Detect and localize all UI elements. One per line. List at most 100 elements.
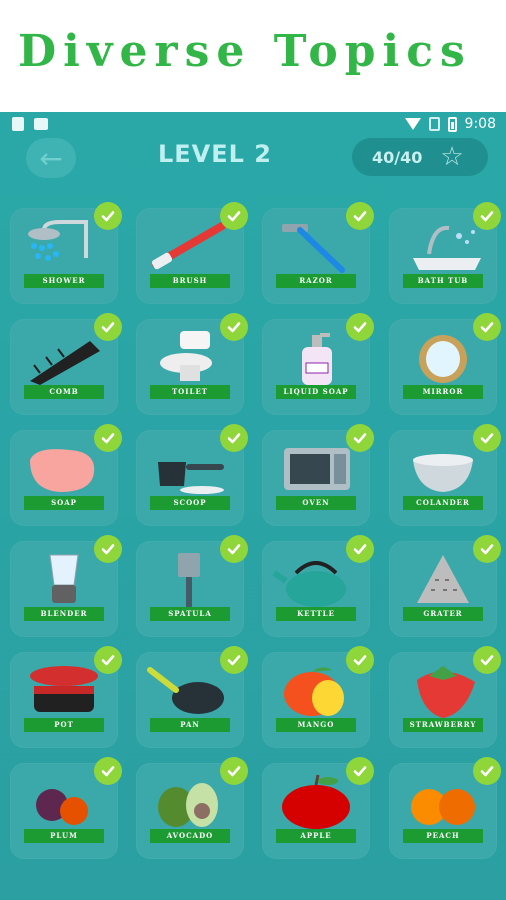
item-label: SPATULA	[150, 607, 230, 621]
no-sim-icon	[428, 117, 440, 131]
item-label: STRAWBERRY	[403, 718, 483, 732]
sim-card-icon	[12, 117, 24, 131]
item-label: OVEN	[276, 496, 356, 510]
item-card[interactable]: AVOCADO	[136, 757, 248, 859]
score-text: 40/40	[372, 147, 423, 167]
image-notification-icon	[34, 118, 48, 130]
check-icon	[346, 202, 374, 230]
item-label: KETTLE	[276, 607, 356, 621]
check-icon	[220, 757, 248, 785]
item-label: POT	[24, 718, 104, 732]
item-label: BATH TUB	[403, 274, 483, 288]
item-card[interactable]: COLANDER	[389, 424, 501, 526]
banner-title: Diverse Topics	[18, 26, 472, 77]
item-card[interactable]: SOAP	[10, 424, 122, 526]
app-screen: 9:08 ← LEVEL 2 40/40 ☆ SHOWER BRUSH RAZOR B…	[0, 112, 506, 900]
item-card[interactable]: PAN	[136, 646, 248, 748]
check-icon	[346, 535, 374, 563]
item-label: PAN	[150, 718, 230, 732]
wifi-icon	[404, 118, 421, 130]
item-label: PLUM	[24, 829, 104, 843]
item-card[interactable]: OVEN	[262, 424, 374, 526]
check-icon	[220, 535, 248, 563]
item-label: RAZOR	[276, 274, 356, 288]
item-label: SCOOP	[150, 496, 230, 510]
item-card[interactable]: COMB	[10, 313, 122, 415]
strawberry-icon	[399, 662, 487, 720]
check-icon	[94, 757, 122, 785]
item-label: SOAP	[24, 496, 104, 510]
pan-icon	[146, 662, 234, 720]
check-icon	[94, 424, 122, 452]
item-label: APPLE	[276, 829, 356, 843]
razor-icon	[272, 218, 360, 276]
item-card[interactable]: BLENDER	[10, 535, 122, 637]
item-card[interactable]: BRUSH	[136, 202, 248, 304]
item-label: MIRROR	[403, 385, 483, 399]
check-icon	[220, 424, 248, 452]
scoop-icon	[146, 440, 234, 498]
mango-icon	[272, 662, 360, 720]
check-icon	[94, 535, 122, 563]
check-icon	[346, 424, 374, 452]
check-icon	[220, 313, 248, 341]
score-badge: 40/40 ☆	[352, 138, 488, 176]
item-card[interactable]: PLUM	[10, 757, 122, 859]
item-label: SHOWER	[24, 274, 104, 288]
item-label: LIQUID SOAP	[276, 385, 356, 399]
item-card[interactable]: KETTLE	[262, 535, 374, 637]
item-card[interactable]: GRATER	[389, 535, 501, 637]
check-icon	[94, 202, 122, 230]
item-card[interactable]: SPATULA	[136, 535, 248, 637]
item-label: COMB	[24, 385, 104, 399]
plum-icon	[20, 773, 108, 831]
soap-icon	[20, 440, 108, 498]
toilet-icon	[146, 329, 234, 387]
blender-icon	[20, 551, 108, 609]
check-icon	[473, 757, 501, 785]
comb-icon	[20, 329, 108, 387]
check-icon	[220, 202, 248, 230]
check-icon	[473, 313, 501, 341]
check-icon	[220, 646, 248, 674]
colander-icon	[399, 440, 487, 498]
item-card[interactable]: PEACH	[389, 757, 501, 859]
item-card[interactable]: RAZOR	[262, 202, 374, 304]
item-label: BLENDER	[24, 607, 104, 621]
item-card[interactable]: SCOOP	[136, 424, 248, 526]
kettle-icon	[272, 551, 360, 609]
item-card[interactable]: LIQUID SOAP	[262, 313, 374, 415]
item-card[interactable]: TOILET	[136, 313, 248, 415]
item-label: BRUSH	[150, 274, 230, 288]
item-card[interactable]: MANGO	[262, 646, 374, 748]
status-bar: 9:08	[0, 112, 506, 138]
level-header: ← LEVEL 2 40/40 ☆	[0, 138, 506, 202]
item-card[interactable]: BATH TUB	[389, 202, 501, 304]
check-icon	[473, 535, 501, 563]
mirror-icon	[399, 329, 487, 387]
back-button[interactable]: ←	[26, 138, 76, 178]
item-card[interactable]: MIRROR	[389, 313, 501, 415]
spatula-icon	[146, 551, 234, 609]
item-card[interactable]: APPLE	[262, 757, 374, 859]
bathtub-icon	[399, 218, 487, 276]
avocado-icon	[146, 773, 234, 831]
item-card[interactable]: STRAWBERRY	[389, 646, 501, 748]
shower-icon	[20, 218, 108, 276]
liquid-soap-icon	[272, 329, 360, 387]
item-label: TOILET	[150, 385, 230, 399]
grater-icon	[399, 551, 487, 609]
apple-icon	[272, 773, 360, 831]
item-card[interactable]: POT	[10, 646, 122, 748]
check-icon	[94, 646, 122, 674]
oven-icon	[272, 440, 360, 498]
check-icon	[473, 202, 501, 230]
item-label: MANGO	[276, 718, 356, 732]
star-icon: ☆	[440, 142, 464, 172]
check-icon	[346, 757, 374, 785]
promo-banner: Diverse Topics	[0, 0, 506, 112]
peach-icon	[399, 773, 487, 831]
item-label: PEACH	[403, 829, 483, 843]
check-icon	[94, 313, 122, 341]
item-card[interactable]: SHOWER	[10, 202, 122, 304]
